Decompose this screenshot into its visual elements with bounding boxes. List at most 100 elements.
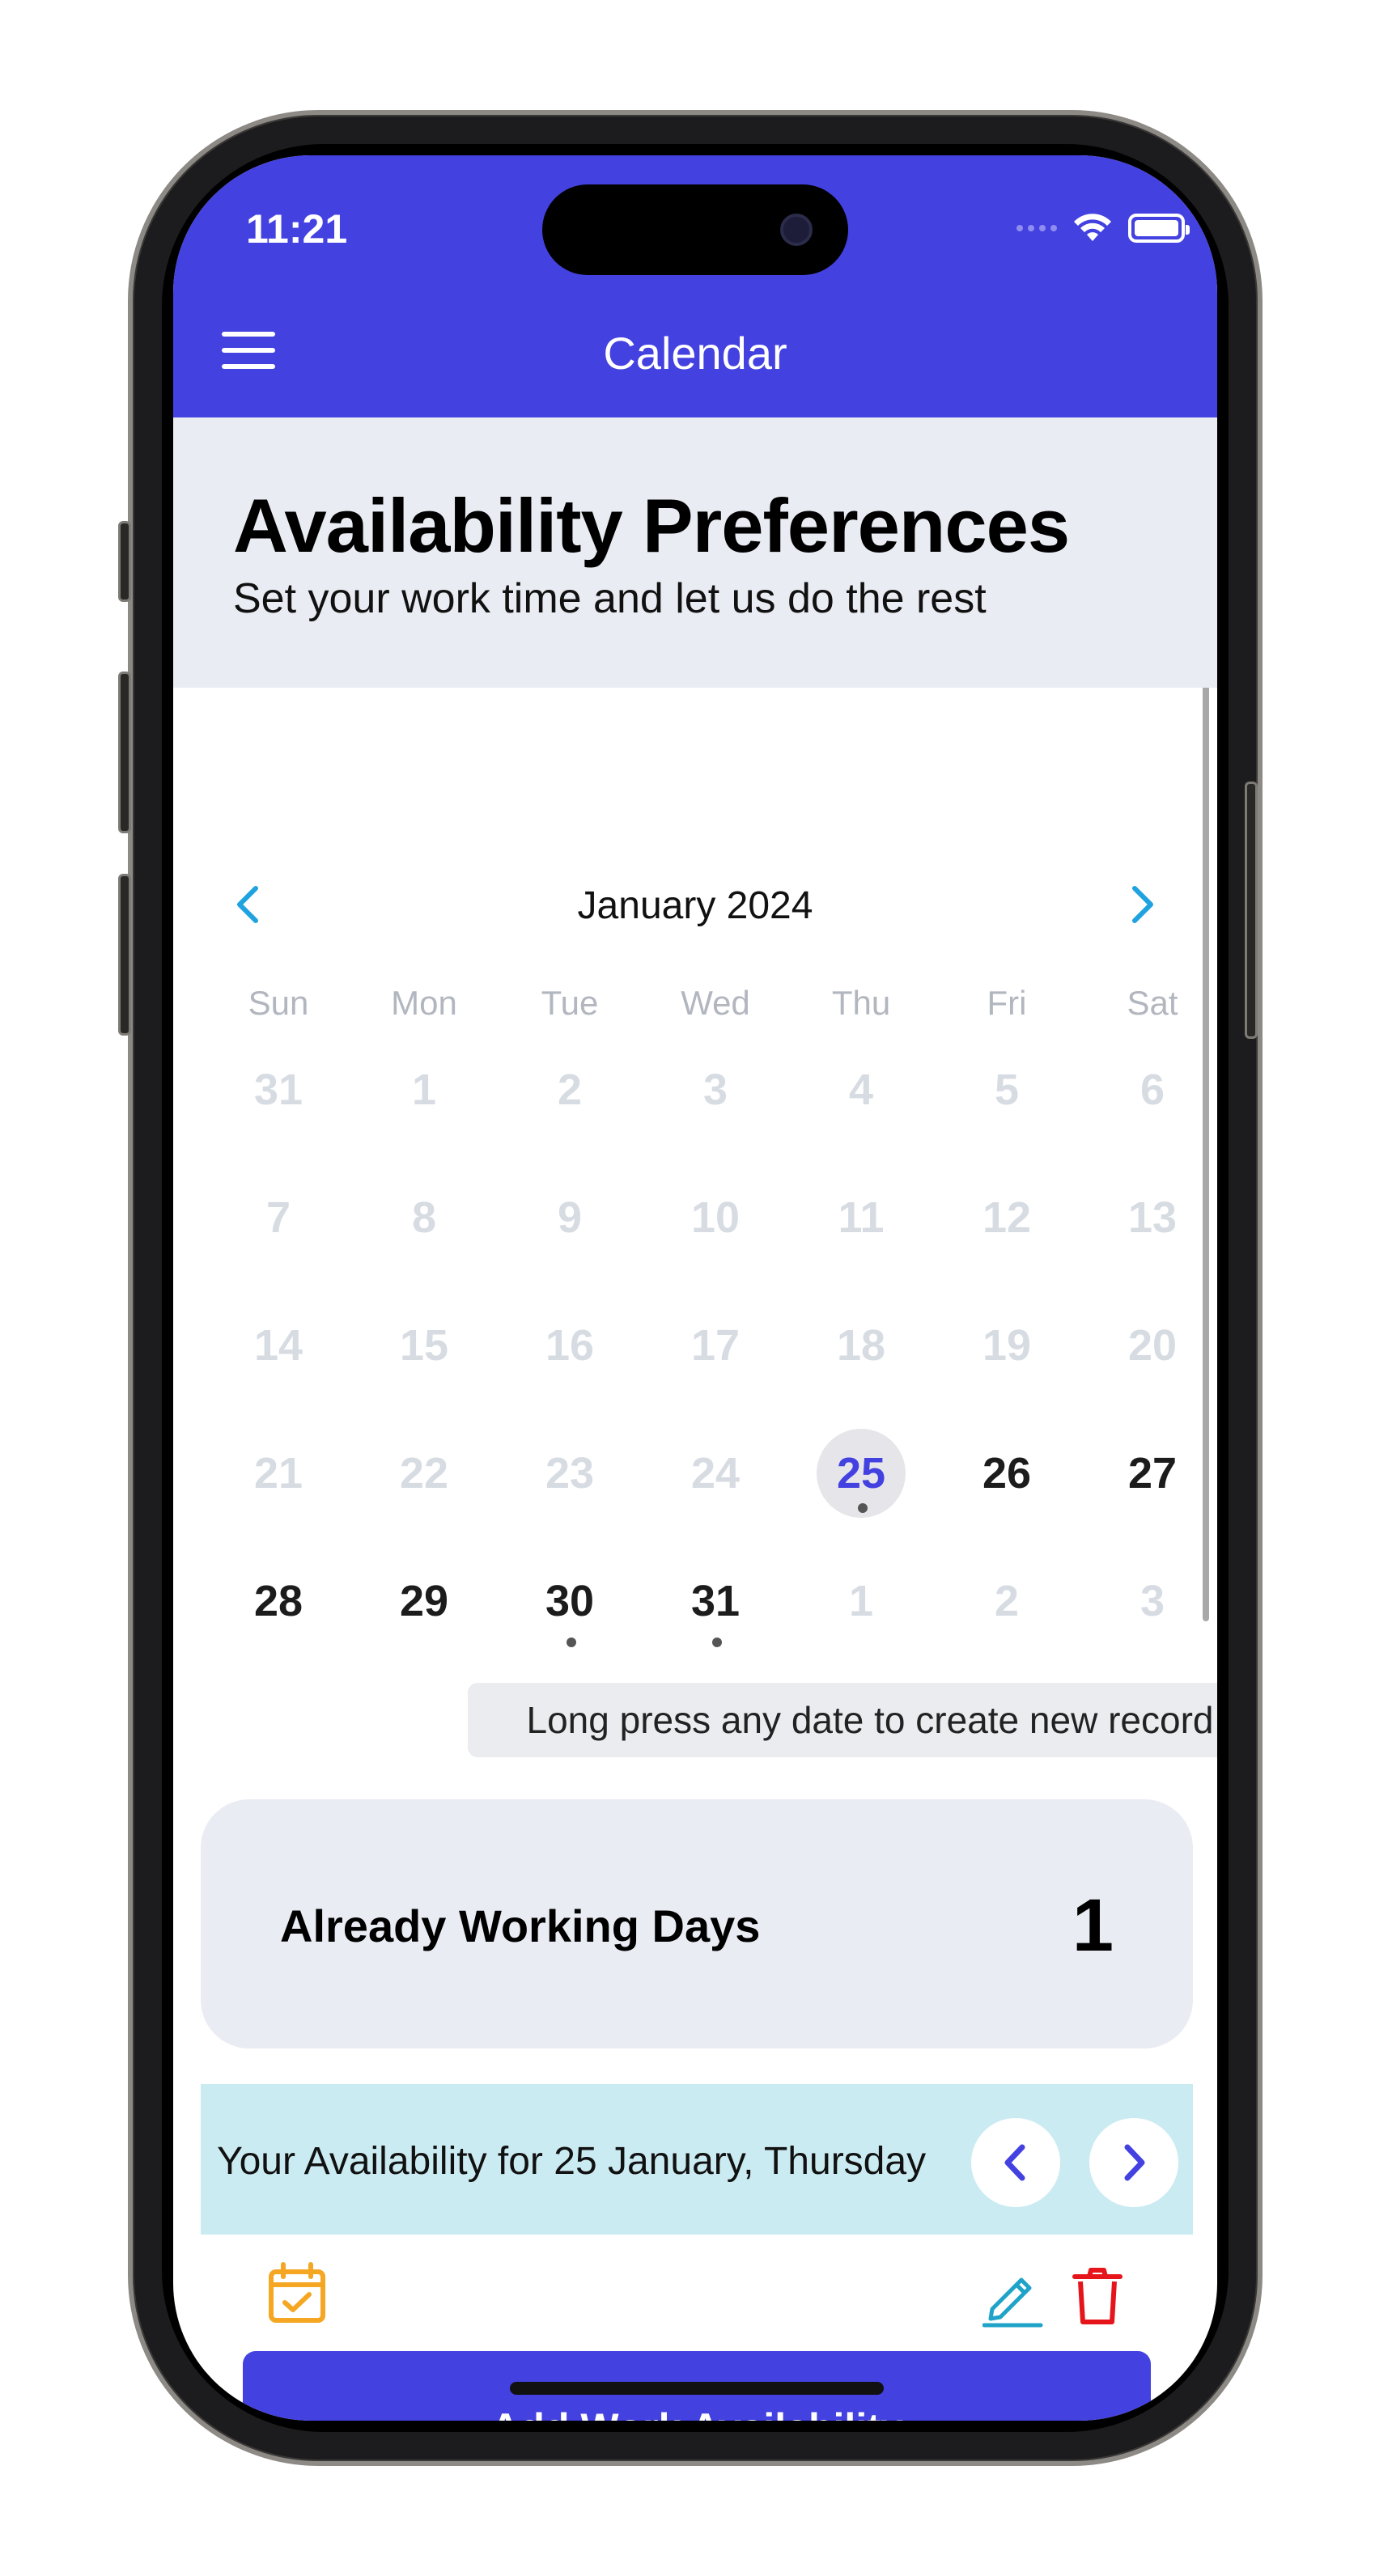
cellular-signal-icon: [1016, 225, 1057, 231]
working-days-card: Already Working Days 1: [201, 1799, 1193, 2049]
next-day-button[interactable]: [1089, 2118, 1178, 2207]
hero-title: Availability Preferences: [233, 483, 1070, 568]
calendar-day-number: 1: [411, 1066, 437, 1114]
calendar-day-number: 16: [545, 1321, 595, 1370]
calendar-day[interactable]: 21: [206, 1427, 351, 1555]
app-header: 11:21 Calendar: [173, 155, 1217, 417]
calendar-day[interactable]: 19: [934, 1299, 1080, 1427]
availability-date-text: Your Availability for 25 January, Thursd…: [217, 2140, 927, 2183]
weekday-label: Thu: [831, 984, 891, 1022]
calendar-day[interactable]: 18: [788, 1299, 934, 1427]
calendar-day[interactable]: 1: [351, 1044, 497, 1171]
calendar-week-row: 31 1 2 3 4 5 6: [206, 1044, 1217, 1171]
calendar-day-number: 2: [994, 1577, 1020, 1625]
calendar-day[interactable]: 3: [1080, 1555, 1217, 1683]
chevron-right-icon: [1124, 2144, 1145, 2181]
calendar-day-number: 8: [411, 1193, 437, 1242]
home-indicator[interactable]: [510, 2382, 884, 2395]
working-days-count: 1: [1072, 1884, 1114, 1967]
status-time: 11:21: [246, 206, 348, 252]
calendar-day-number: 17: [690, 1321, 741, 1370]
calendar-day-number: 12: [982, 1193, 1032, 1242]
volume-down-button: [118, 874, 131, 1036]
calendar-day[interactable]: 29: [351, 1555, 497, 1683]
calendar-day-number: 24: [690, 1449, 741, 1498]
calendar-day[interactable]: 28: [206, 1555, 351, 1683]
calendar-day[interactable]: 22: [351, 1427, 497, 1555]
calendar-day[interactable]: 12: [934, 1171, 1080, 1299]
calendar-week-row: 7 8 9 10 11 12 13: [206, 1171, 1217, 1299]
calendar-day[interactable]: 4: [788, 1044, 934, 1171]
calendar-day[interactable]: 2: [497, 1044, 643, 1171]
calendar-day[interactable]: 10: [643, 1171, 788, 1299]
calendar-day-selected[interactable]: 25: [788, 1427, 934, 1555]
calendar-month-label: January 2024: [577, 884, 813, 927]
calendar-day-number: 27: [1127, 1449, 1178, 1498]
calendar-day[interactable]: 5: [934, 1044, 1080, 1171]
calendar-day-number: 14: [253, 1321, 303, 1370]
action-button: [118, 521, 131, 602]
calendar-grid: 31 1 2 3 4 5 6 7 8 9 10 11 12 13 14 15 16 17 18 19 20 21 22 23 2…: [206, 1044, 1217, 1683]
calendar-check-icon: [269, 2262, 325, 2323]
weekday-label: Tue: [541, 984, 599, 1022]
calendar-week-row: 28 29 30 31 1 2 3: [206, 1555, 1217, 1683]
calendar-day[interactable]: 14: [206, 1299, 351, 1427]
calendar-day-number: 31: [253, 1066, 303, 1114]
calendar-day[interactable]: 27: [1080, 1427, 1217, 1555]
calendar-week-row: 14 15 16 17 18 19 20: [206, 1299, 1217, 1427]
weekday-label: Mon: [391, 984, 457, 1022]
edit-pencil-icon[interactable]: [982, 2267, 1044, 2328]
calendar-day-number: 11: [838, 1193, 885, 1242]
volume-up-button: [118, 672, 131, 833]
calendar-day[interactable]: 6: [1080, 1044, 1217, 1171]
power-button: [1245, 782, 1258, 1039]
working-days-label: Already Working Days: [280, 1900, 761, 1951]
event-dot-indicator: [712, 1638, 722, 1647]
calendar-day[interactable]: 31: [643, 1555, 788, 1683]
battery-icon: [1128, 214, 1190, 243]
calendar-day-number: 18: [836, 1321, 886, 1370]
calendar-week-row: 21 22 23 24 25 26 27: [206, 1427, 1217, 1555]
status-icons: [1016, 212, 1190, 244]
calendar-day-number: 3: [1139, 1577, 1165, 1625]
calendar-day-number: 26: [982, 1449, 1032, 1498]
calendar-day-number: 3: [702, 1066, 728, 1114]
calendar-day[interactable]: 11: [788, 1171, 934, 1299]
calendar-day[interactable]: 15: [351, 1299, 497, 1427]
calendar-day[interactable]: 3: [643, 1044, 788, 1171]
calendar-day-number: 10: [690, 1193, 741, 1242]
calendar-day-number: 29: [399, 1577, 449, 1625]
calendar-day[interactable]: 24: [643, 1427, 788, 1555]
calendar-day[interactable]: 30: [497, 1555, 643, 1683]
calendar-day-number: 28: [253, 1577, 303, 1625]
calendar-day[interactable]: 2: [934, 1555, 1080, 1683]
calendar-day-number: 7: [265, 1193, 291, 1242]
calendar-day[interactable]: 31: [206, 1044, 351, 1171]
weekday-label: Sun: [248, 984, 309, 1022]
delete-trash-icon[interactable]: [1072, 2267, 1123, 2325]
calendar-day[interactable]: 9: [497, 1171, 643, 1299]
calendar-day[interactable]: 20: [1080, 1299, 1217, 1427]
calendar-day[interactable]: 26: [934, 1427, 1080, 1555]
calendar-day[interactable]: 1: [788, 1555, 934, 1683]
front-camera-icon: [780, 214, 813, 246]
wifi-icon: [1074, 214, 1111, 241]
previous-day-button[interactable]: [971, 2118, 1060, 2207]
calendar-day[interactable]: 23: [497, 1427, 643, 1555]
calendar-day[interactable]: 8: [351, 1171, 497, 1299]
event-dot-indicator: [858, 1503, 868, 1513]
weekday-label: Sat: [1127, 984, 1178, 1022]
calendar-day[interactable]: 16: [497, 1299, 643, 1427]
calendar-day[interactable]: 7: [206, 1171, 351, 1299]
chevron-left-icon: [1004, 2144, 1025, 2181]
long-press-hint: Long press any date to create new record: [468, 1683, 1217, 1757]
preferences-hero: Availability Preferences Set your work t…: [173, 417, 1217, 688]
calendar-day-number: 4: [848, 1066, 874, 1114]
calendar-day-number: 2: [557, 1066, 583, 1114]
weekday-label: Fri: [987, 984, 1027, 1022]
calendar-day[interactable]: 17: [643, 1299, 788, 1427]
calendar-day[interactable]: 13: [1080, 1171, 1217, 1299]
next-month-chevron-icon[interactable]: [1117, 880, 1165, 929]
calendar-day-number: 15: [399, 1321, 449, 1370]
hero-subtitle: Set your work time and let us do the res…: [233, 575, 987, 622]
